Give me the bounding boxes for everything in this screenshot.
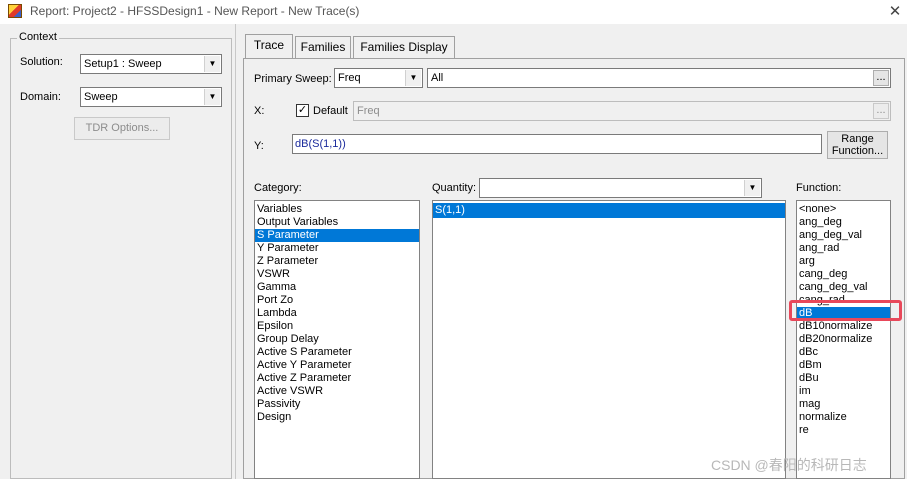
category-list-item[interactable]: VSWR xyxy=(255,268,419,281)
primary-sweep-range: All xyxy=(431,72,444,84)
quantity-list-item[interactable]: S(1,1) xyxy=(433,203,785,218)
category-list-item[interactable]: Output Variables xyxy=(255,216,419,229)
category-list-item[interactable]: Group Delay xyxy=(255,333,419,346)
function-list-item[interactable]: arg xyxy=(797,255,890,268)
default-checkbox[interactable]: ✓ xyxy=(296,104,309,117)
category-list[interactable]: Variables Output Variables S Parameter Y Pa… xyxy=(254,200,420,479)
category-list-item[interactable]: Active S Parameter xyxy=(255,346,419,359)
function-label: Function: xyxy=(796,182,842,194)
domain-dropdown[interactable]: Sweep ▼ xyxy=(80,87,222,107)
category-list-item[interactable]: Passivity xyxy=(255,398,419,411)
function-list-item[interactable]: cang_deg xyxy=(797,268,890,281)
category-list-item[interactable]: S Parameter xyxy=(255,229,419,242)
hfss-app-icon xyxy=(8,4,22,18)
domain-value: Sweep xyxy=(84,91,118,103)
function-list-item[interactable]: dBm xyxy=(797,359,890,372)
function-list-item[interactable]: <none> xyxy=(797,203,890,216)
quantity-label: Quantity: xyxy=(432,182,477,194)
window-title: Report: Project2 - HFSSDesign1 - New Rep… xyxy=(30,4,360,18)
solution-label: Solution: xyxy=(20,56,63,68)
category-list-item[interactable]: Y Parameter xyxy=(255,242,419,255)
function-list-item[interactable]: cang_deg_val xyxy=(797,281,890,294)
chevron-down-icon[interactable]: ▼ xyxy=(744,180,760,196)
x-expression-field[interactable]: Freq xyxy=(353,101,891,121)
quantity-list[interactable]: S(1,1) xyxy=(432,200,786,479)
function-list-item[interactable]: dB10normalize xyxy=(797,320,890,333)
quantity-filter-dropdown[interactable]: ▼ xyxy=(479,178,762,198)
category-label: Category: xyxy=(254,182,302,194)
primary-sweep-value: Freq xyxy=(338,72,361,84)
category-list-item[interactable]: Gamma xyxy=(255,281,419,294)
category-list-item[interactable]: Lambda xyxy=(255,307,419,320)
function-list-item[interactable]: dBu xyxy=(797,372,890,385)
function-list-item[interactable]: dBc xyxy=(797,346,890,359)
solution-dropdown[interactable]: Setup1 : Sweep ▼ xyxy=(80,54,222,74)
tdr-options-button[interactable]: TDR Options... xyxy=(74,117,170,140)
category-list-item[interactable]: Active VSWR xyxy=(255,385,419,398)
close-icon[interactable]: ✕ xyxy=(884,1,906,23)
primary-sweep-dropdown[interactable]: Freq ▼ xyxy=(334,68,423,88)
range-function-label-2: Function... xyxy=(831,145,884,157)
function-list-item[interactable]: mag xyxy=(797,398,890,411)
primary-sweep-ellipsis-button[interactable]: ... xyxy=(873,70,889,86)
x-ellipsis-button[interactable]: ... xyxy=(873,103,889,119)
x-expression-value: Freq xyxy=(357,105,380,117)
context-panel: Context Solution: Setup1 : Sweep ▼ Domai… xyxy=(0,24,236,479)
category-list-item[interactable]: Z Parameter xyxy=(255,255,419,268)
tab-families-display[interactable]: Families Display xyxy=(353,36,455,58)
x-label: X: xyxy=(254,105,265,117)
chevron-down-icon[interactable]: ▼ xyxy=(204,56,220,72)
category-list-item[interactable]: Variables xyxy=(255,203,419,216)
range-function-button[interactable]: Range Function... xyxy=(827,131,888,159)
category-list-item[interactable]: Active Z Parameter xyxy=(255,372,419,385)
context-legend: Context xyxy=(17,31,59,43)
chevron-down-icon[interactable]: ▼ xyxy=(405,70,421,86)
function-list[interactable]: <none> ang_deg ang_deg_val ang_rad arg cang_d… xyxy=(796,200,891,479)
function-list-item[interactable]: ang_deg_val xyxy=(797,229,890,242)
function-list-item[interactable]: dB20normalize xyxy=(797,333,890,346)
function-list-item[interactable]: ang_rad xyxy=(797,242,890,255)
category-list-item[interactable]: Design xyxy=(255,411,419,424)
solution-value: Setup1 : Sweep xyxy=(84,58,162,70)
primary-sweep-label: Primary Sweep: xyxy=(254,73,332,85)
tab-families[interactable]: Families xyxy=(295,36,351,58)
category-list-item[interactable]: Port Zo xyxy=(255,294,419,307)
function-list-item[interactable]: ang_deg xyxy=(797,216,890,229)
category-list-item[interactable]: Epsilon xyxy=(255,320,419,333)
function-list-item[interactable]: im xyxy=(797,385,890,398)
primary-sweep-range-field[interactable]: All xyxy=(427,68,891,88)
y-label: Y: xyxy=(254,140,264,152)
watermark: CSDN @春阳的科研日志 xyxy=(711,457,867,473)
highlight-box xyxy=(789,300,902,321)
default-label: Default xyxy=(313,105,348,117)
range-function-label-1: Range xyxy=(841,133,874,145)
function-list-item[interactable]: normalize xyxy=(797,411,890,424)
category-list-item[interactable]: Active Y Parameter xyxy=(255,359,419,372)
y-expression-value: dB(S(1,1)) xyxy=(295,138,346,150)
y-expression-field[interactable]: dB(S(1,1)) xyxy=(292,134,822,154)
function-list-item[interactable]: re xyxy=(797,424,890,437)
title-bar: Report: Project2 - HFSSDesign1 - New Rep… xyxy=(0,0,907,24)
domain-label: Domain: xyxy=(20,91,61,103)
tab-trace[interactable]: Trace xyxy=(245,34,293,58)
chevron-down-icon[interactable]: ▼ xyxy=(204,89,220,105)
